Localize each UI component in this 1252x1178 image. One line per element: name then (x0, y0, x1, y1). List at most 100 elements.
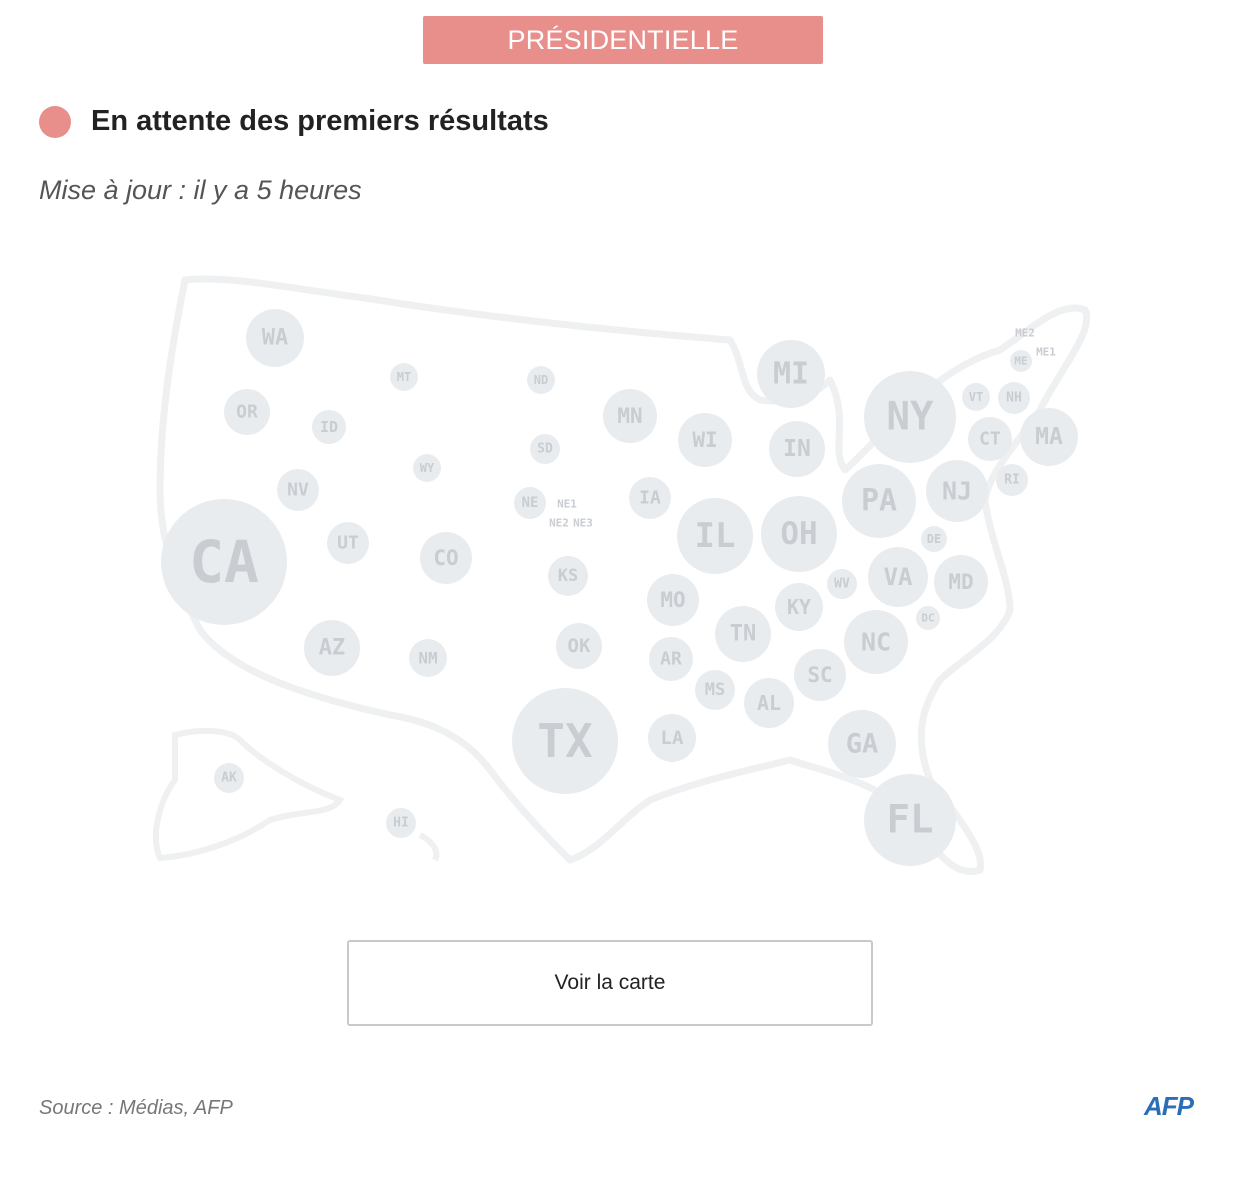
state-bubble-tx[interactable]: TX (512, 688, 618, 794)
state-label-me: ME (1014, 355, 1027, 368)
state-label-nd: ND (534, 373, 548, 387)
us-results-map[interactable]: WA OR CA ID NV MT WY UT AZ CO NM ND SD NE NE1 NE2 NE3 KS O… (0, 240, 1252, 900)
update-timestamp: Mise à jour : il y a 5 heures (39, 175, 362, 205)
state-bubble-vt[interactable]: VT (962, 383, 990, 411)
state-bubble-pa[interactable]: PA (842, 464, 916, 538)
state-bubble-mt[interactable]: MT (390, 363, 418, 391)
state-bubble-wa[interactable]: WA (246, 309, 304, 367)
afp-logo: AFP (1144, 1091, 1194, 1121)
state-label-ne3: NE3 (573, 517, 593, 530)
state-bubble-ca[interactable]: CA (161, 499, 287, 625)
state-bubble-nm[interactable]: NM (409, 639, 447, 677)
state-bubble-va[interactable]: VA (868, 547, 928, 607)
state-label-ma: MA (1035, 424, 1063, 450)
state-label-wv: WV (834, 577, 850, 592)
state-bubble-nd[interactable]: ND (527, 366, 555, 394)
state-bubble-ne2[interactable]: NE2 (549, 517, 569, 530)
state-bubble-oh[interactable]: OH (761, 496, 837, 572)
state-label-az: AZ (319, 636, 346, 661)
state-label-ms: MS (705, 680, 725, 700)
state-bubble-wy[interactable]: WY (413, 454, 441, 482)
state-bubble-me1[interactable]: ME1 (1036, 346, 1056, 359)
state-label-dc: DC (921, 612, 934, 625)
state-bubble-ne3[interactable]: NE3 (573, 517, 593, 530)
state-label-ca: CA (189, 528, 259, 596)
state-bubble-wv[interactable]: WV (827, 569, 857, 599)
state-bubble-ne[interactable]: NE (514, 487, 546, 519)
state-bubble-sd[interactable]: SD (530, 434, 560, 464)
state-bubble-ks[interactable]: KS (548, 556, 588, 596)
state-bubble-ak[interactable]: AK (214, 763, 244, 793)
state-label-ne2: NE2 (549, 517, 569, 530)
state-bubble-nj[interactable]: NJ (926, 460, 988, 522)
state-bubble-ms[interactable]: MS (695, 670, 735, 710)
state-bubble-ia[interactable]: IA (629, 477, 671, 519)
state-bubble-sc[interactable]: SC (794, 649, 846, 701)
state-label-la: LA (661, 727, 684, 749)
state-bubble-ar[interactable]: AR (649, 637, 693, 681)
state-label-nj: NJ (942, 477, 972, 506)
state-label-fl: FL (887, 798, 934, 843)
view-map-button[interactable]: Voir la carte (347, 940, 873, 1026)
state-bubble-id[interactable]: ID (312, 410, 346, 444)
state-bubble-la[interactable]: LA (648, 714, 696, 762)
state-label-pa: PA (861, 484, 897, 519)
state-label-ga: GA (846, 729, 879, 760)
state-bubble-mn[interactable]: MN (603, 389, 657, 443)
state-bubble-ct[interactable]: CT (968, 417, 1012, 461)
state-bubble-or[interactable]: OR (224, 389, 270, 435)
state-label-me1: ME1 (1036, 346, 1056, 359)
state-bubble-ut[interactable]: UT (327, 522, 369, 564)
state-label-mt: MT (397, 370, 411, 384)
status-indicator-dot (39, 106, 71, 138)
state-label-md: MD (948, 570, 973, 594)
state-bubble-me[interactable]: ME (1010, 350, 1032, 372)
state-bubble-tn[interactable]: TN (715, 606, 771, 662)
state-bubble-al[interactable]: AL (744, 678, 794, 728)
state-bubble-in[interactable]: IN (769, 421, 825, 477)
state-label-il: IL (695, 516, 736, 556)
state-label-nc: NC (861, 628, 891, 657)
state-bubble-me2[interactable]: ME2 (1015, 327, 1035, 340)
state-bubble-ok[interactable]: OK (556, 623, 602, 669)
state-bubble-ma[interactable]: MA (1020, 408, 1078, 466)
state-label-ri: RI (1004, 473, 1020, 488)
state-bubble-co[interactable]: CO (420, 532, 472, 584)
state-bubble-wi[interactable]: WI (678, 413, 732, 467)
state-bubble-nh[interactable]: NH (998, 382, 1030, 414)
state-label-ak: AK (221, 771, 237, 786)
state-label-me2: ME2 (1015, 327, 1035, 340)
state-bubble-ga[interactable]: GA (828, 710, 896, 778)
state-bubble-ri[interactable]: RI (996, 464, 1028, 496)
state-bubble-il[interactable]: IL (677, 498, 753, 574)
state-bubble-nv[interactable]: NV (277, 469, 319, 511)
state-label-al: AL (757, 691, 781, 715)
state-label-ar: AR (660, 649, 682, 670)
state-bubble-hi[interactable]: HI (386, 808, 416, 838)
source-credit: Source : Médias, AFP (39, 1097, 233, 1119)
state-bubble-ky[interactable]: KY (775, 583, 823, 631)
state-bubble-ny[interactable]: NY (864, 371, 956, 463)
state-label-ne1: NE1 (557, 498, 577, 511)
state-label-wa: WA (262, 326, 289, 351)
us-map-svg: WA OR CA ID NV MT WY UT AZ CO NM ND SD NE NE1 NE2 NE3 KS O… (152, 275, 1091, 876)
state-label-ut: UT (337, 533, 359, 554)
state-bubble-dc[interactable]: DC (916, 606, 940, 630)
hawaii-outline (418, 832, 440, 862)
state-bubble-mi[interactable]: MI (757, 340, 825, 408)
state-bubble-nc[interactable]: NC (844, 610, 908, 674)
state-label-vt: VT (969, 390, 983, 404)
state-label-mn: MN (617, 404, 642, 428)
state-bubble-mo[interactable]: MO (647, 574, 699, 626)
state-label-or: OR (236, 402, 258, 423)
state-label-tn: TN (730, 622, 757, 647)
state-label-ia: IA (639, 488, 661, 509)
state-label-de: DE (927, 532, 941, 546)
state-label-ks: KS (558, 566, 578, 586)
state-bubble-de[interactable]: DE (921, 526, 947, 552)
state-bubble-az[interactable]: AZ (304, 620, 360, 676)
state-bubble-fl[interactable]: FL (864, 774, 956, 866)
state-bubble-md[interactable]: MD (934, 555, 988, 609)
state-bubble-ne1[interactable]: NE1 (557, 498, 577, 511)
state-label-ok: OK (568, 635, 591, 657)
